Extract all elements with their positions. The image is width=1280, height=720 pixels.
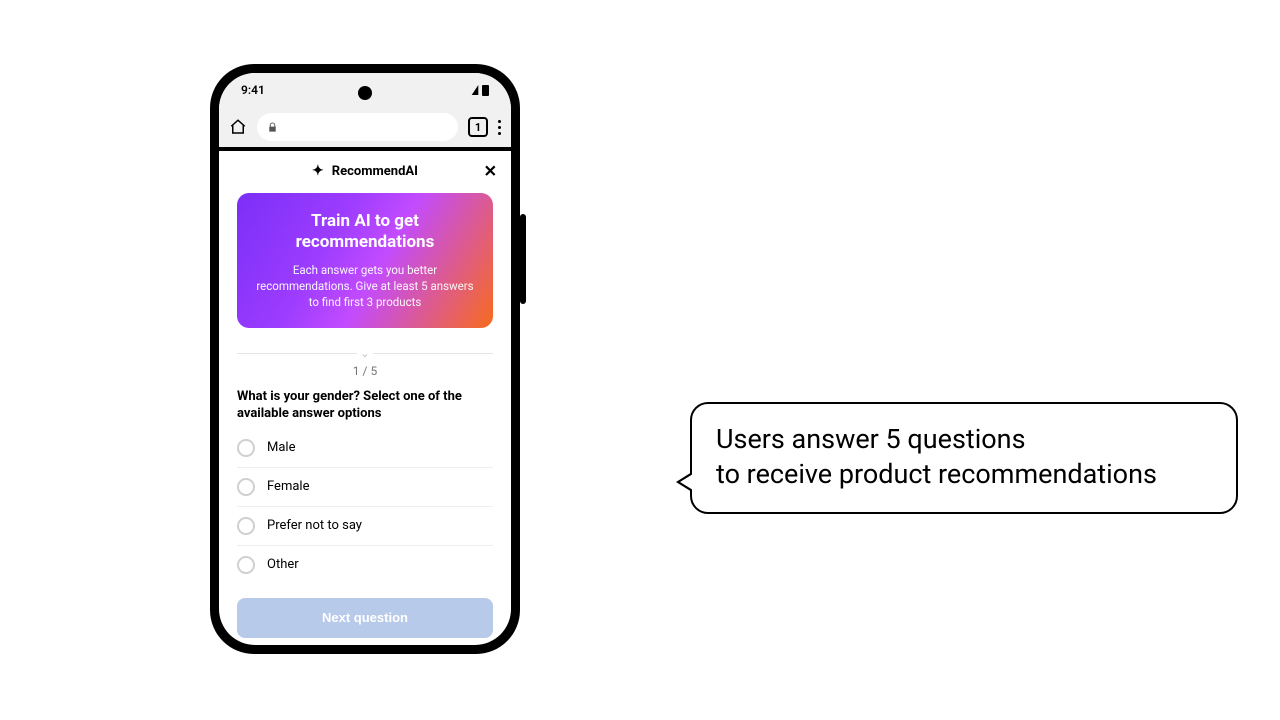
phone-frame: 9:41 1 ✦ RecommendAI ✕ [210, 64, 520, 654]
divider: ⌄ [237, 346, 493, 360]
app-header: ✦ RecommendAI ✕ [219, 151, 511, 191]
radio-icon [237, 478, 255, 496]
wand-icon: ✦ [312, 163, 324, 179]
close-icon[interactable]: ✕ [484, 162, 497, 181]
home-icon[interactable] [229, 118, 247, 136]
tab-count[interactable]: 1 [468, 117, 488, 137]
question-text: What is your gender? Select one of the a… [237, 388, 493, 423]
hero-title: Train AI to get recommendations [251, 211, 479, 254]
option-male[interactable]: Male [237, 429, 493, 468]
browser-bar: 1 [219, 107, 511, 151]
option-label: Female [267, 479, 309, 494]
more-menu-icon[interactable] [498, 120, 501, 135]
hero-banner: Train AI to get recommendations Each ans… [237, 193, 493, 328]
battery-icon [482, 85, 489, 96]
address-bar[interactable] [257, 113, 458, 141]
options-list: Male Female Prefer not to say Other [237, 429, 493, 584]
app-content: ✦ RecommendAI ✕ Train AI to get recommen… [219, 151, 511, 638]
radio-icon [237, 556, 255, 574]
option-prefer-not[interactable]: Prefer not to say [237, 507, 493, 546]
option-female[interactable]: Female [237, 468, 493, 507]
hero-subtitle: Each answer gets you better recommendati… [251, 262, 479, 310]
lock-icon [267, 122, 278, 133]
signal-icon [472, 85, 479, 95]
option-other[interactable]: Other [237, 546, 493, 584]
progress-counter: 1 / 5 [219, 364, 511, 378]
option-label: Prefer not to say [267, 518, 362, 533]
app-title: RecommendAI [332, 164, 418, 179]
callout-bubble: Users answer 5 questions to receive prod… [690, 402, 1238, 514]
callout-line1: Users answer 5 questions [716, 422, 1212, 457]
option-label: Male [267, 440, 295, 455]
status-time: 9:41 [241, 83, 265, 97]
status-right [472, 85, 489, 96]
camera-notch [358, 86, 372, 100]
phone-screen: 9:41 1 ✦ RecommendAI ✕ [219, 73, 511, 645]
radio-icon [237, 439, 255, 457]
chevron-down-icon: ⌄ [357, 346, 373, 362]
radio-icon [237, 517, 255, 535]
next-question-button[interactable]: Next question [237, 598, 493, 638]
callout-line2: to receive product recommendations [716, 457, 1212, 492]
option-label: Other [267, 557, 299, 572]
